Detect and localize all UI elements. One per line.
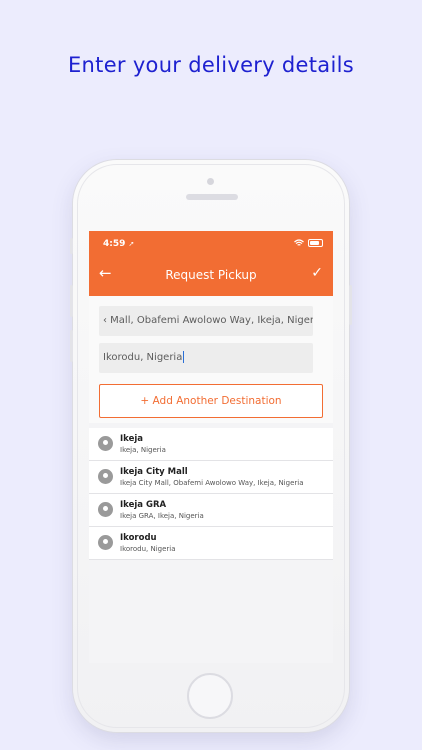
pickup-input[interactable]: ‹ Mall, Obafemi Awolowo Way, Ikeja, Nige… [99,306,313,336]
app-screen: 4:59 ➚ ← Request Pickup ✓ ‹ Mall, Obafem… [89,231,333,663]
mute-switch [70,238,73,254]
list-item[interactable]: Ikeja GRA Ikeja GRA, Ikeja, Nigeria [89,494,333,527]
route-form: ‹ Mall, Obafemi Awolowo Way, Ikeja, Nige… [89,296,333,423]
location-pin-icon [98,535,113,550]
suggestion-title: Ikeja City Mall [120,467,188,477]
destination-input-value: Ikorodu, Nigeria [103,352,183,363]
suggestion-title: Ikorodu [120,533,157,543]
list-item[interactable]: Ikorodu Ikorodu, Nigeria [89,527,333,560]
volume-down-button [70,330,73,362]
app-bar: 4:59 ➚ ← Request Pickup ✓ [89,231,333,296]
suggestion-title: Ikeja [120,434,144,444]
location-pin-icon [98,469,113,484]
suggestion-list: Ikeja Ikeja, Nigeria Ikeja City Mall Ike… [89,428,333,560]
power-button [349,285,352,325]
suggestion-subtitle: Ikorodu, Nigeria [120,545,176,553]
status-icons [294,239,323,247]
home-button[interactable] [187,673,233,719]
text-caret [183,351,185,363]
suggestion-subtitle: Ikeja City Mall, Obafemi Awolowo Way, Ik… [120,479,304,487]
status-time: 4:59 ➚ [103,239,135,249]
suggestion-subtitle: Ikeja, Nigeria [120,446,166,454]
suggestion-subtitle: Ikeja GRA, Ikeja, Nigeria [120,512,204,520]
add-destination-button[interactable]: + Add Another Destination [99,384,323,418]
location-pin-icon [98,436,113,451]
check-icon[interactable]: ✓ [311,265,323,281]
suggestion-title: Ikeja GRA [120,500,167,510]
pickup-input-value: ‹ Mall, Obafemi Awolowo Way, Ikeja, Nige… [103,315,313,326]
camera-dot [207,178,214,185]
location-pin-icon [98,502,113,517]
screen-title: Request Pickup [165,268,257,282]
battery-icon [308,239,323,247]
wifi-icon [294,239,304,246]
speaker-grille [186,194,238,200]
destination-input[interactable]: Ikorodu, Nigeria [99,343,313,373]
list-item[interactable]: Ikeja City Mall Ikeja City Mall, Obafemi… [89,461,333,494]
list-item[interactable]: Ikeja Ikeja, Nigeria [89,428,333,461]
volume-up-button [70,285,73,317]
location-arrow-icon: ➚ [128,240,135,248]
page-headline: Enter your delivery details [67,53,354,77]
